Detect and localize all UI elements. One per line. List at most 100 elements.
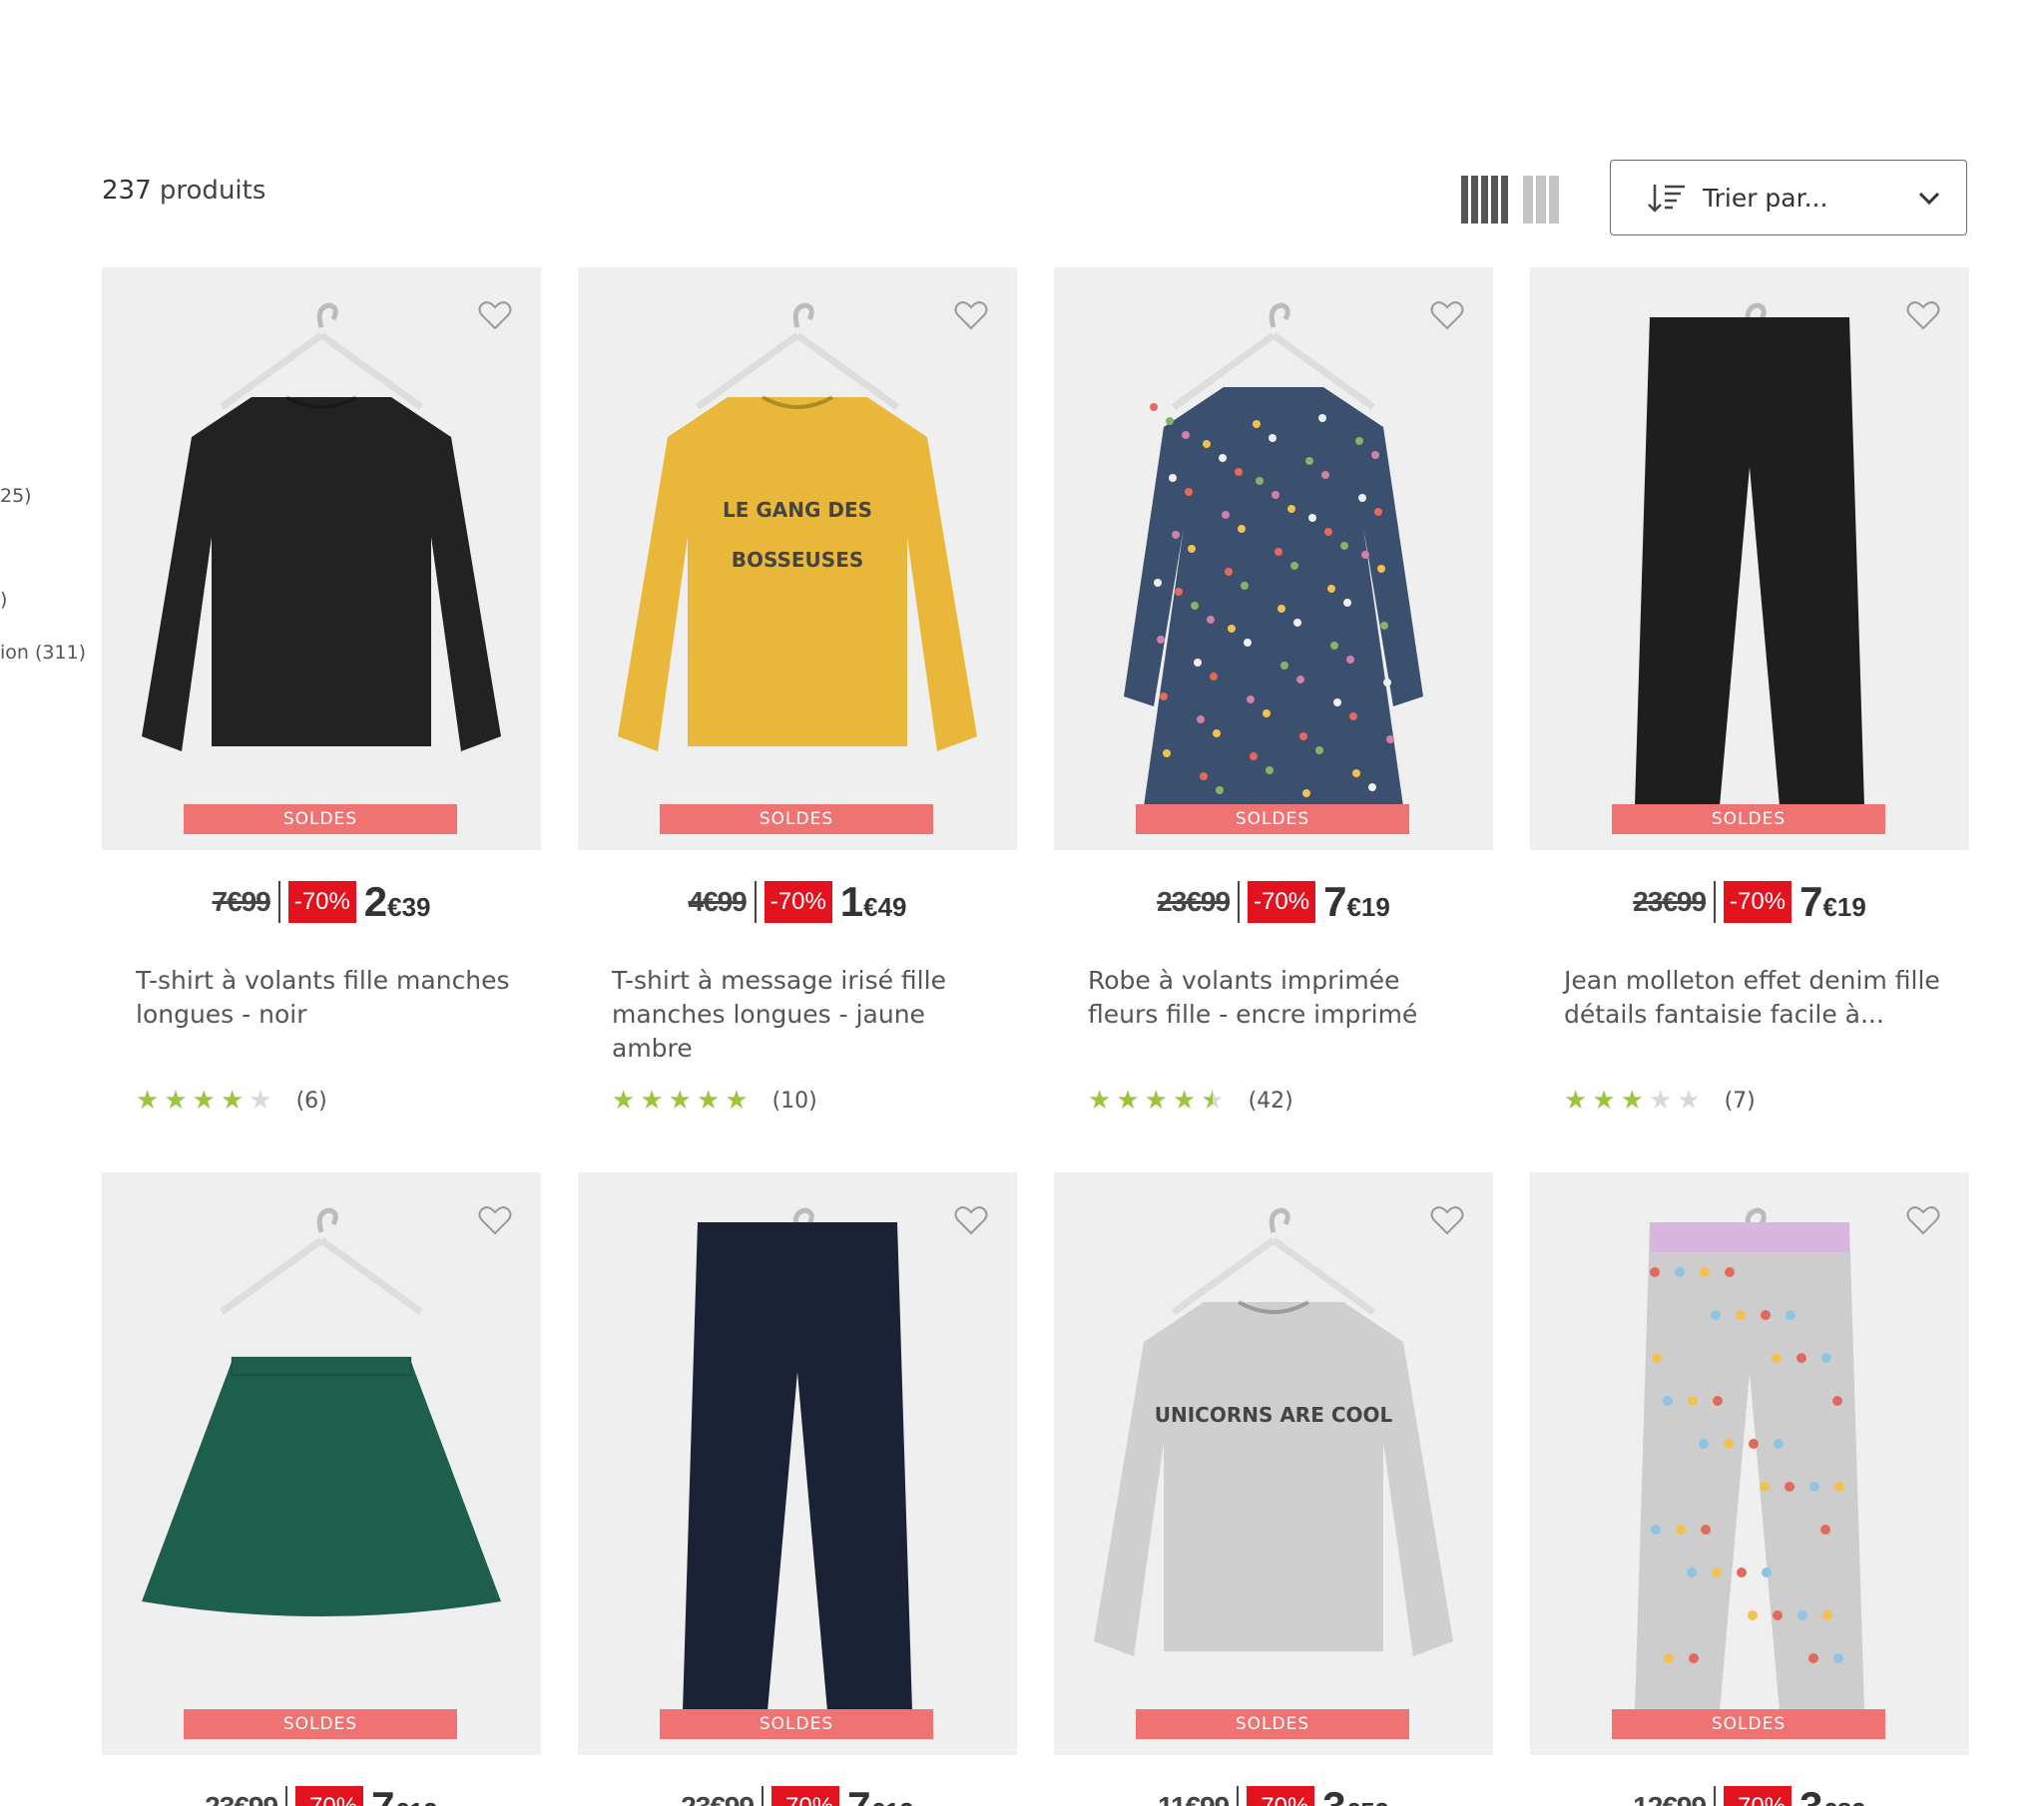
svg-text:UNICORNS ARE COOL: UNICORNS ARE COOL (1155, 1403, 1393, 1427)
star-icon: ★ (725, 1086, 749, 1116)
sale-price-decimal: €59 (1346, 1797, 1389, 1806)
price-separator (277, 881, 280, 923)
sale-price-int: 7 (1799, 878, 1823, 925)
product-title[interactable]: Jean molleton effet denim fille détails … (1564, 964, 1953, 1032)
garment-illustration: LE GANG DES BOSSEUSES (618, 302, 977, 751)
garment-illustration (1124, 302, 1423, 806)
wishlist-heart-icon[interactable] (1429, 297, 1465, 333)
svg-text:BOSSEUSES: BOSSEUSES (732, 548, 864, 572)
product-image[interactable]: SOLDES (102, 267, 541, 850)
product-listing-page: 25) ) ion (311) 237 produits Trier par..… (0, 0, 2044, 1806)
old-price: 23€99 (1157, 886, 1231, 917)
product-title[interactable]: T-shirt à volants fille manches longues … (136, 964, 525, 1032)
product-image[interactable]: SOLDES (578, 1172, 1017, 1755)
sale-price: 7€19 (847, 1783, 914, 1806)
sale-price-int: 3 (1322, 1783, 1345, 1806)
price-row: 11€99 -70% 3€59 (1054, 1777, 1493, 1806)
filter-count-fragment[interactable]: ) (0, 589, 7, 611)
filter-count-fragment[interactable]: ion (311) (0, 642, 86, 664)
product-count: 237 produits (102, 176, 265, 206)
star-icon: ★ (164, 1086, 188, 1116)
garment-illustration (683, 1207, 912, 1711)
price-row: 12€99 -70% 3€89 (1530, 1777, 1969, 1806)
sale-price: 7€19 (1799, 878, 1866, 926)
price-separator (1238, 881, 1241, 923)
product-image[interactable]: SOLDES (102, 1172, 541, 1755)
star-icon: ★ (249, 1086, 272, 1116)
product-title[interactable]: T-shirt à message irisé fille manches lo… (612, 964, 1001, 1066)
price-separator (1237, 1786, 1240, 1806)
product-title[interactable]: Robe à volants imprimée fleurs fille - e… (1088, 964, 1477, 1032)
sale-price-decimal: €89 (1822, 1797, 1865, 1806)
product-card[interactable]: SOLDES 12€99 -70% 3€89 (1530, 1172, 1969, 1806)
price-row: 23€99 -70%7€19 (1530, 872, 1969, 932)
star-icon: ★ (1592, 1086, 1616, 1116)
rating-stars: ★ ★ ★ ★ ★ (1564, 1086, 1701, 1116)
svg-text:LE GANG DES: LE GANG DES (723, 498, 872, 522)
sort-dropdown[interactable]: Trier par... (1610, 160, 1967, 235)
product-rating: ★ ★ ★ ★ ★ (42) (1088, 1086, 1293, 1116)
price-separator (1714, 881, 1717, 923)
sale-price-decimal: €49 (863, 892, 907, 922)
sale-price-int: 7 (847, 1783, 870, 1806)
product-image[interactable]: SOLDES (1054, 267, 1493, 850)
wishlist-heart-icon[interactable] (477, 1202, 513, 1238)
star-icon: ★ (220, 1086, 245, 1116)
price-row: 7€99 -70% 2€39 (102, 872, 541, 932)
price-separator (285, 1786, 288, 1806)
star-icon: ★ (612, 1086, 636, 1116)
product-card[interactable]: SOLDES 7€99 -70% 2€39 T-shirt à volants fill… (102, 267, 541, 1116)
product-card[interactable]: LE GANG DES BOSSEUSES SOLDES 4€99 -70% 1€49 T-… (578, 267, 1017, 1116)
price-row: 4€99 -70% 1€49 (578, 872, 1017, 932)
discount-badge: -70% (295, 1786, 364, 1806)
garment-illustration (142, 1207, 501, 1616)
wishlist-heart-icon[interactable] (1905, 297, 1941, 333)
product-card[interactable]: SOLDES 23€99 -70% 7€19 (578, 1172, 1017, 1806)
star-icon: ★ (1620, 1086, 1644, 1116)
product-image[interactable]: SOLDES (1530, 1172, 1969, 1755)
sale-price-decimal: €19 (870, 1797, 913, 1806)
sale-price: 7€19 (1323, 878, 1390, 926)
star-icon: ★ (136, 1086, 160, 1116)
sale-badge: SOLDES (1612, 1709, 1885, 1739)
old-price: 23€99 (205, 1791, 278, 1806)
star-icon: ★ (640, 1086, 664, 1116)
garment-illustration (142, 302, 501, 751)
discount-badge: -70% (771, 1786, 840, 1806)
grid-4-columns-icon[interactable] (1461, 176, 1508, 224)
sale-badge: SOLDES (1136, 804, 1409, 834)
star-icon: ★ (1088, 1086, 1112, 1116)
wishlist-heart-icon[interactable] (953, 1202, 989, 1238)
product-image[interactable]: UNICORNS ARE COOL SOLDES (1054, 1172, 1493, 1755)
old-price: 11€99 (1158, 1791, 1230, 1806)
star-icon: ★ (1677, 1086, 1701, 1116)
review-count: (42) (1248, 1088, 1293, 1114)
product-card[interactable]: UNICORNS ARE COOL SOLDES 11€99 -70% 3€59 (1054, 1172, 1493, 1806)
filter-count-fragment[interactable]: 25) (0, 485, 32, 507)
rating-stars: ★ ★ ★ ★ ★ (136, 1086, 272, 1116)
garment-illustration (1635, 302, 1864, 806)
product-card[interactable]: SOLDES 23€99 -70% 7€19 Robe à volants imprim… (1054, 267, 1493, 1116)
product-card[interactable]: SOLDES 23€99 -70% 7€19 Jean molleton effet d… (1530, 267, 1969, 1116)
grid-3-columns-icon[interactable] (1523, 176, 1559, 224)
sale-price: 3€89 (1799, 1783, 1866, 1806)
product-rating: ★ ★ ★ ★ ★ (10) (612, 1086, 817, 1116)
star-icon: ★ (192, 1086, 216, 1116)
product-image[interactable]: SOLDES (1530, 267, 1969, 850)
wishlist-heart-icon[interactable] (477, 297, 513, 333)
product-image[interactable]: LE GANG DES BOSSEUSES SOLDES (578, 267, 1017, 850)
wishlist-heart-icon[interactable] (1429, 1202, 1465, 1238)
product-count-number: 237 (102, 176, 152, 206)
wishlist-heart-icon[interactable] (953, 297, 989, 333)
product-card[interactable]: SOLDES 23€99 -70% 7€19 (102, 1172, 541, 1806)
discount-badge: -70% (764, 881, 832, 923)
old-price: 4€99 (688, 886, 747, 917)
sale-price-int: 3 (1799, 1783, 1822, 1806)
star-icon: ★ (1116, 1086, 1140, 1116)
price-separator (754, 881, 757, 923)
wishlist-heart-icon[interactable] (1905, 1202, 1941, 1238)
review-count: (6) (295, 1088, 327, 1114)
star-icon: ★ (668, 1086, 692, 1116)
sale-price-int: 7 (371, 1783, 394, 1806)
discount-badge: -70% (1724, 881, 1792, 923)
